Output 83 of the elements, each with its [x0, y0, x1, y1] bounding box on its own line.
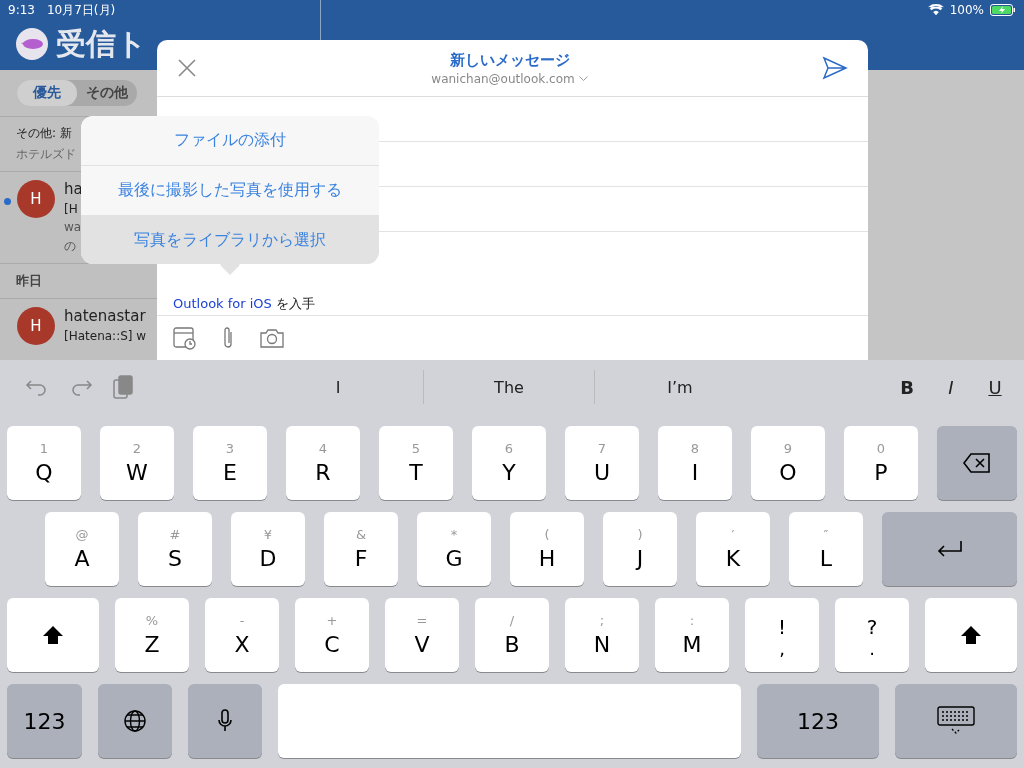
battery-percent: 100% [949, 3, 984, 17]
key[interactable]: & F [324, 512, 398, 586]
shift-key[interactable] [7, 598, 99, 672]
keyboard-icon [937, 706, 975, 736]
microphone-icon [217, 709, 233, 733]
clipboard-icon[interactable] [113, 374, 133, 400]
key[interactable]: % Z [115, 598, 189, 672]
key[interactable]: / B [475, 598, 549, 672]
status-date: 10月7日(月) [46, 1, 116, 19]
key[interactable]: @ A [45, 512, 119, 586]
key[interactable]: * G [417, 512, 491, 586]
numbers-key[interactable]: 123 [757, 684, 879, 758]
close-icon[interactable] [177, 58, 197, 78]
globe-key[interactable] [98, 684, 172, 758]
calendar-clock-icon[interactable] [173, 326, 197, 350]
creature-icon [20, 38, 44, 50]
key[interactable]: 7 U [565, 426, 639, 500]
hide-keyboard-key[interactable] [895, 684, 1017, 758]
suggestion[interactable]: The [423, 370, 594, 404]
filter-tab[interactable]: その他 [77, 80, 137, 106]
format-button[interactable]: I [929, 375, 973, 399]
shift-icon [960, 625, 982, 645]
sender-name: hatenastar [64, 307, 146, 325]
paperclip-icon[interactable] [221, 326, 235, 350]
suggestion[interactable]: I’m [594, 370, 765, 404]
suggestion[interactable]: I [253, 370, 423, 404]
other-notice-preview: ホテルズド [16, 146, 76, 163]
message-preview: wa [64, 220, 82, 234]
shift-icon [42, 625, 64, 645]
format-button[interactable]: U [973, 375, 1017, 399]
account-selector[interactable]: wanichan@outlook.com [431, 71, 575, 86]
key[interactable]: 6 Y [472, 426, 546, 500]
key[interactable]: 2 W [100, 426, 174, 500]
signature-text: Outlook for iOS を入手 [173, 295, 315, 313]
undo-icon[interactable] [25, 377, 49, 397]
key[interactable]: ! , [745, 598, 819, 672]
key[interactable]: # S [138, 512, 212, 586]
inbox-title: 受信ト [56, 24, 147, 63]
status-time: 9:13 [8, 3, 35, 17]
other-notice-title: その他: 新 [16, 125, 72, 142]
wifi-icon [927, 4, 944, 16]
message-subject: [Hatena::S] w [64, 329, 147, 343]
key[interactable]: 9 O [751, 426, 825, 500]
compose-title: 新しいメッセージ [449, 50, 570, 70]
message-preview: の [64, 238, 76, 255]
key[interactable]: ? . [835, 598, 909, 672]
key[interactable]: ; N [565, 598, 639, 672]
filter-tab[interactable]: 優先 [17, 80, 77, 106]
key[interactable]: - X [205, 598, 279, 672]
key[interactable]: : M [655, 598, 729, 672]
delete-icon [962, 452, 992, 474]
message-subject: [H [64, 202, 78, 216]
section-heading: 昨日 [16, 272, 42, 290]
key[interactable]: ( H [510, 512, 584, 586]
sender-avatar: H [17, 307, 55, 345]
key[interactable]: 8 I [658, 426, 732, 500]
key[interactable]: 5 T [379, 426, 453, 500]
key[interactable]: + C [295, 598, 369, 672]
sender-name: ha [64, 180, 83, 198]
key[interactable]: = V [385, 598, 459, 672]
battery-charging-icon [990, 4, 1016, 16]
popover-menu-item[interactable]: ファイルの添付 [81, 116, 379, 166]
key[interactable]: ″ L [789, 512, 863, 586]
numbers-key[interactable]: 123 [7, 684, 82, 758]
format-button[interactable]: B [885, 375, 929, 399]
redo-icon[interactable] [69, 377, 93, 397]
globe-icon [123, 709, 147, 733]
shift-key[interactable] [925, 598, 1017, 672]
key[interactable]: ) J [603, 512, 677, 586]
camera-icon[interactable] [259, 327, 285, 349]
key[interactable]: 0 P [844, 426, 918, 500]
chevron-down-icon[interactable] [578, 76, 588, 81]
delete-key[interactable] [937, 426, 1017, 500]
key[interactable]: 1 Q [7, 426, 81, 500]
microphone-key[interactable] [188, 684, 262, 758]
signature-link[interactable]: Outlook for iOS [173, 296, 272, 311]
sender-avatar: H [17, 180, 55, 218]
key[interactable]: 3 E [193, 426, 267, 500]
key[interactable]: ′ K [696, 512, 770, 586]
key[interactable]: ¥ D [231, 512, 305, 586]
account-avatar[interactable] [16, 28, 48, 60]
key[interactable]: 4 R [286, 426, 360, 500]
send-icon[interactable] [822, 56, 848, 80]
